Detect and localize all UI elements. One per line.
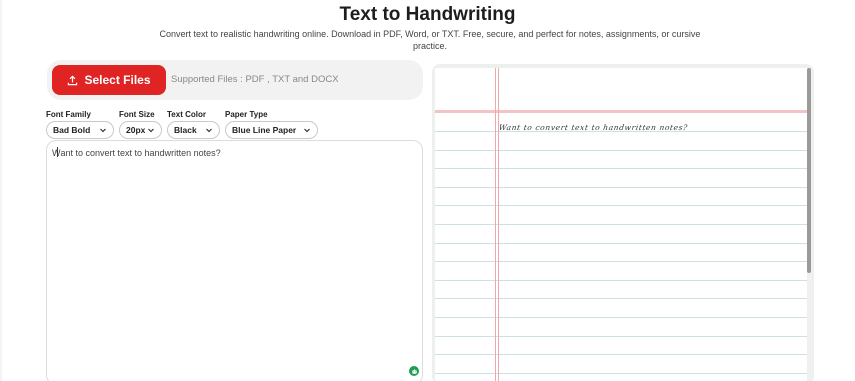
editor-content[interactable]: Want to convert text to handwritten note…	[52, 147, 221, 158]
page-edge	[0, 0, 2, 381]
paper-margin-line	[495, 68, 496, 381]
font-family-value: Bad Bold	[53, 125, 91, 135]
paper-rule-line	[435, 168, 807, 169]
paper-type-label: Paper Type	[225, 110, 268, 119]
text-editor[interactable]: Want to convert text to handwritten note…	[46, 140, 423, 381]
chevron-down-icon	[100, 128, 106, 133]
paper-rule-line	[435, 280, 807, 281]
select-files-label: Select Files	[84, 73, 151, 87]
paper-rule-line	[435, 243, 807, 244]
chevron-down-icon	[304, 128, 310, 133]
paper-rule-line	[435, 150, 807, 151]
chevron-down-icon	[148, 128, 154, 133]
text-color-value: Black	[174, 125, 197, 135]
handwriting-preview: Want to convert text to handwritten note…	[432, 64, 814, 381]
robot-icon[interactable]	[409, 366, 419, 376]
paper-type-select[interactable]: Blue Line Paper	[225, 121, 318, 139]
page-title: Text to Handwriting	[339, 4, 516, 25]
paper-rule-line	[435, 317, 807, 318]
paper-type-value: Blue Line Paper	[232, 125, 297, 135]
paper-rule-line	[435, 187, 807, 188]
paper-top-line	[435, 110, 807, 113]
paper-rule-line	[435, 336, 807, 337]
text-color-label: Text Color	[167, 110, 206, 119]
paper-type-control: Paper Type Blue Line Paper	[225, 110, 318, 139]
chevron-down-icon	[206, 128, 212, 133]
paper-rule-line	[435, 298, 807, 299]
paper-rule-line	[435, 205, 807, 206]
paper-rule-line	[435, 261, 807, 262]
font-size-value: 20px	[126, 125, 146, 135]
handwritten-text: Want to convert text to handwritten note…	[498, 123, 689, 132]
font-size-label: Font Size	[119, 110, 155, 119]
preview-scrollbar[interactable]	[807, 68, 811, 273]
font-size-select[interactable]: 20px	[119, 121, 162, 139]
text-color-select[interactable]: Black	[167, 121, 220, 139]
font-family-label: Font Family	[46, 110, 91, 119]
paper-rule-line	[435, 224, 807, 225]
font-family-select[interactable]: Bad Bold	[46, 121, 114, 139]
text-color-control: Text Color Black	[167, 110, 220, 139]
font-size-control: Font Size 20px	[119, 110, 162, 139]
paper-margin-line	[498, 68, 499, 381]
text-caret	[56, 147, 58, 157]
upload-bar: Select Files Supported Files : PDF , TXT…	[47, 60, 423, 100]
paper-rule-line	[435, 373, 807, 374]
select-files-button[interactable]: Select Files	[52, 65, 166, 95]
font-family-control: Font Family Bad Bold	[46, 110, 114, 139]
supported-files-text: Supported Files : PDF , TXT and DOCX	[171, 74, 339, 85]
paper-sheet: Want to convert text to handwritten note…	[435, 68, 807, 381]
paper-rule-line	[435, 354, 807, 355]
editor-text: Want to convert text to handwritten note…	[52, 147, 221, 158]
upload-icon	[68, 75, 78, 85]
page-subtitle: Convert text to realistic handwriting on…	[159, 29, 701, 51]
